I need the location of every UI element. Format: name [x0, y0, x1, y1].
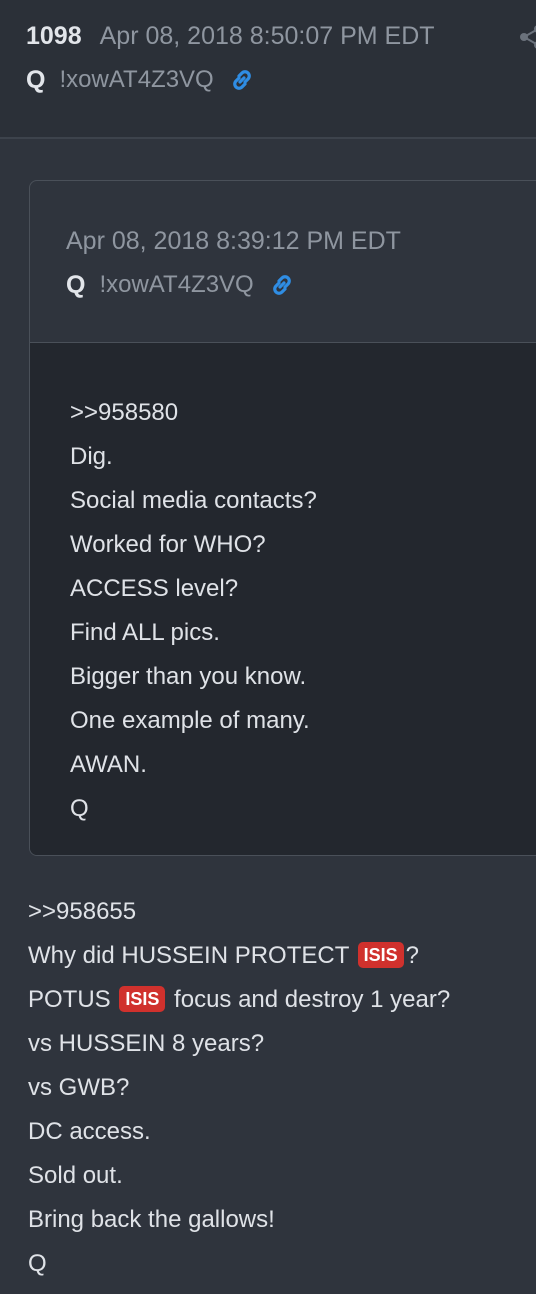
post-meta-row: 1098 Apr 08, 2018 8:50:07 PM EDT: [26, 18, 435, 54]
body-line: POTUS ISIS focus and destroy 1 year?: [28, 978, 450, 1022]
post-header: 1098 Apr 08, 2018 8:50:07 PM EDT Q !xowA…: [0, 0, 536, 139]
link-icon[interactable]: [228, 66, 256, 94]
quoted-post-header: Apr 08, 2018 8:39:12 PM EDT Q !xowAT4Z3V…: [30, 181, 536, 343]
body-line: vs GWB?: [28, 1074, 130, 1101]
body-text: POTUS: [28, 986, 111, 1013]
quoted-post[interactable]: Apr 08, 2018 8:39:12 PM EDT Q !xowAT4Z3V…: [29, 180, 536, 856]
body-text: ?: [405, 942, 419, 969]
post-author: Q: [26, 65, 46, 94]
quoted-line: AWAN.: [70, 751, 147, 778]
body-line: Bring back the gallows!: [28, 1206, 275, 1233]
post-number[interactable]: 1098: [26, 22, 82, 51]
quoted-post-author: Q: [66, 270, 86, 299]
quoted-post-body: >>958580 Dig. Social media contacts? Wor…: [30, 343, 536, 855]
quoted-line: Find ALL pics.: [70, 619, 220, 646]
share-icon[interactable]: [516, 24, 536, 50]
quoted-line: Worked for WHO?: [70, 531, 266, 558]
reply-link[interactable]: >>958655: [28, 890, 450, 934]
post-timestamp: Apr 08, 2018 8:50:07 PM EDT: [99, 21, 435, 50]
body-text: focus and destroy 1 year?: [174, 986, 451, 1013]
post-author-row: Q !xowAT4Z3VQ: [26, 62, 256, 98]
post-tripcode: !xowAT4Z3VQ: [59, 66, 214, 93]
quoted-line: Dig.: [70, 443, 113, 470]
post-body: >>958655 Why did HUSSEIN PROTECT ISIS? P…: [28, 890, 450, 1286]
body-line: Q: [28, 1250, 47, 1277]
quoted-post-timestamp: Apr 08, 2018 8:39:12 PM EDT: [66, 226, 401, 255]
quoted-line: One example of many.: [70, 707, 310, 734]
body-line: Sold out.: [28, 1162, 123, 1189]
isis-tag: ISIS: [357, 941, 404, 968]
link-icon[interactable]: [268, 271, 296, 299]
body-text: Why did HUSSEIN PROTECT: [28, 942, 349, 969]
body-line: DC access.: [28, 1118, 151, 1145]
quoted-line: Bigger than you know.: [70, 663, 307, 690]
body-line: Why did HUSSEIN PROTECT ISIS?: [28, 934, 450, 978]
body-line: vs HUSSEIN 8 years?: [28, 1030, 265, 1057]
quoted-line: Q: [70, 795, 89, 822]
quoted-line[interactable]: >>958580: [70, 391, 317, 435]
isis-tag: ISIS: [119, 985, 166, 1012]
quoted-post-tripcode: !xowAT4Z3VQ: [99, 271, 254, 298]
quoted-line: Social media contacts?: [70, 487, 317, 514]
quoted-line: ACCESS level?: [70, 575, 239, 602]
